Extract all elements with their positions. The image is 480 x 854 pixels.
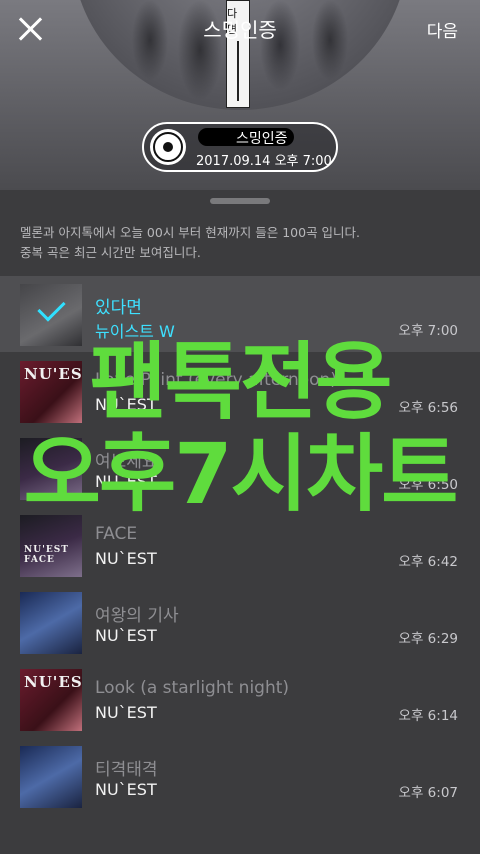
song-row[interactable]: 있다면 뉴이스트 W 오후 7:00	[0, 276, 480, 352]
close-icon[interactable]	[16, 14, 46, 44]
song-row[interactable]: NU'EST Look (a starlight night) NU`EST 오…	[0, 661, 480, 737]
album-art: NU'EST FACE	[20, 515, 82, 577]
streaming-badge: 스밍인증 2017.09.14 오후 7:00	[142, 122, 338, 172]
song-time: 오후 6:42	[398, 554, 458, 570]
song-row[interactable]: 여보세요 NU`EST 오후 6:50	[0, 430, 480, 506]
song-title: Look (a starlight night)	[95, 678, 290, 698]
song-artist: NU`EST	[95, 395, 157, 414]
song-row[interactable]: NU'EST Love Paint (every afternoon) NU`E…	[0, 353, 480, 429]
album-art-label: NU'EST	[24, 673, 82, 691]
song-title: FACE	[95, 524, 138, 544]
checkmark-icon	[20, 284, 82, 346]
badge-datetime: 2017.09.14 오후 7:00	[196, 154, 332, 169]
header: 다 면 스밍인증 다음 스밍인증 2017.09.14 오후 7:00	[0, 0, 480, 190]
song-list-sheet: 멜론과 아지톡에서 오늘 00시 부터 현재까지 들은 100곡 입니다. 중복…	[0, 190, 480, 854]
song-time: 오후 6:29	[398, 631, 458, 647]
badge-title: 스밍인증	[236, 131, 288, 147]
song-title: 있다면	[95, 298, 142, 318]
next-button[interactable]: 다음	[427, 17, 458, 42]
notice-text: 멜론과 아지톡에서 오늘 00시 부터 현재까지 들은 100곡 입니다. 중복…	[20, 223, 460, 263]
album-art-label: NU'EST FACE	[24, 545, 69, 565]
album-art	[20, 746, 82, 808]
song-time: 오후 7:00	[398, 323, 458, 339]
song-title: 여보세요	[95, 452, 158, 472]
sheet-drag-handle[interactable]	[210, 198, 270, 204]
album-art: NU'EST	[20, 669, 82, 731]
song-time: 오후 6:56	[398, 400, 458, 416]
album-art	[20, 592, 82, 654]
notice-line-1: 멜론과 아지톡에서 오늘 00시 부터 현재까지 들은 100곡 입니다.	[20, 225, 361, 240]
album-art-label: NU'EST	[24, 365, 82, 383]
song-artist: NU`EST	[95, 549, 157, 568]
song-row[interactable]: 여왕의 기사 NU`EST 오후 6:29	[0, 584, 480, 660]
song-row[interactable]: 티격태격 NU`EST 오후 6:07	[0, 738, 480, 814]
song-title: Love Paint (every afternoon)	[95, 370, 337, 390]
song-artist: NU`EST	[95, 472, 157, 491]
album-art	[20, 438, 82, 500]
song-row[interactable]: NU'EST FACE FACE NU`EST 오후 6:42	[0, 507, 480, 583]
song-artist: NU`EST	[95, 780, 157, 799]
song-time: 오후 6:14	[398, 708, 458, 724]
song-title: 여왕의 기사	[95, 606, 179, 626]
song-artist: NU`EST	[95, 626, 157, 645]
page-title: 스밍인증	[203, 18, 277, 42]
song-artist: NU`EST	[95, 703, 157, 722]
album-art: NU'EST	[20, 361, 82, 423]
song-time: 오후 6:50	[398, 477, 458, 493]
song-title: 티격태격	[95, 760, 158, 780]
notice-line-2: 중복 곡은 최근 시간만 보여집니다.	[20, 245, 201, 260]
song-artist: 뉴이스트 W	[95, 322, 175, 341]
hero-strip-bar	[237, 41, 239, 101]
song-time: 오후 6:07	[398, 785, 458, 801]
record-disc-icon	[150, 129, 186, 165]
